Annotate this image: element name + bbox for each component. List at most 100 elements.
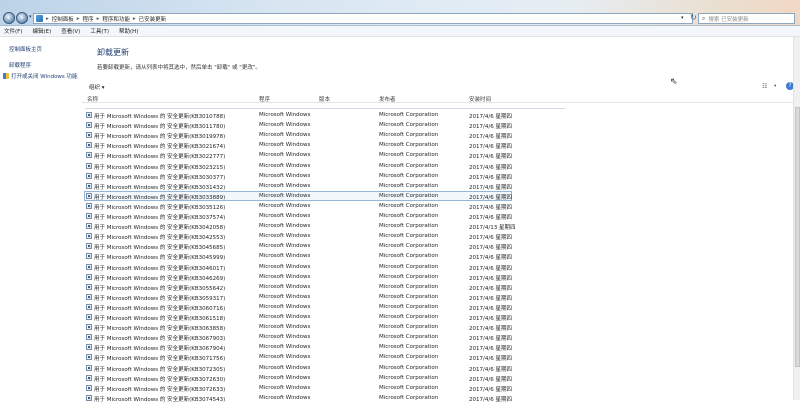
table-row[interactable]: 用于 Microsoft Windows 的 安全更新(KB3010788) Mi… — [82, 110, 800, 120]
update-publisher: Microsoft Corporation — [379, 364, 439, 371]
update-date: 2017/4/6 星期四 — [469, 305, 512, 312]
table-row[interactable]: 用于 Microsoft Windows 的 安全更新(KB3061518) Mi… — [82, 312, 800, 322]
update-icon — [86, 182, 92, 189]
table-row[interactable]: 用于 Microsoft Windows 的 安全更新(KB3035126) Mi… — [82, 201, 800, 211]
menu-help[interactable]: 帮助(H) — [119, 27, 138, 35]
update-program: Microsoft Windows — [259, 303, 311, 310]
update-icon — [86, 243, 92, 250]
menu-tools[interactable]: 工具(T) — [90, 27, 109, 35]
table-row[interactable]: 用于 Microsoft Windows 的 安全更新(KB3072630) Mi… — [82, 373, 800, 383]
menu-edit[interactable]: 编辑(E) — [32, 27, 51, 35]
table-row[interactable]: 用于 Microsoft Windows 的 安全更新(KB3033889) Mi… — [82, 190, 800, 201]
scrollbar-thumb[interactable] — [795, 107, 800, 367]
back-button[interactable]: ‹ — [3, 12, 15, 24]
menu-view[interactable]: 查看(V) — [61, 27, 80, 35]
update-icon — [86, 253, 92, 260]
update-publisher: Microsoft Corporation — [379, 384, 439, 391]
breadcrumb-separator[interactable]: ▸ — [77, 16, 80, 22]
update-date: 2017/4/6 星期四 — [469, 154, 512, 161]
address-dropdown[interactable]: ▾ — [681, 15, 684, 21]
table-row[interactable]: 用于 Microsoft Windows 的 安全更新(KB3037574) Mi… — [82, 211, 800, 221]
update-name: 用于 Microsoft Windows 的 安全更新(KB3071756) — [94, 356, 226, 363]
update-name: 用于 Microsoft Windows 的 安全更新(KB3046017) — [94, 265, 226, 272]
table-row[interactable]: 用于 Microsoft Windows 的 安全更新(KB3042058) Mi… — [82, 221, 800, 231]
update-date: 2017/4/6 星期四 — [469, 265, 512, 272]
update-name: 用于 Microsoft Windows 的 安全更新(KB3011780) — [94, 124, 226, 131]
column-headers: 名称 程序 版本 发布者 安装时间 — [82, 94, 800, 103]
column-publisher[interactable]: 发布者 — [379, 95, 396, 103]
column-version[interactable]: 版本 — [319, 95, 330, 103]
column-name[interactable]: 名称 — [87, 95, 98, 103]
address-bar[interactable]: ▸ 控制面板 ▸ 程序 ▸ 程序和功能 ▸ 已安装更新 — [33, 13, 693, 24]
uninstall-program-link[interactable]: 卸载程序 — [9, 61, 31, 69]
table-row[interactable]: 用于 Microsoft Windows 的 安全更新(KB3046017) Mi… — [82, 262, 800, 272]
update-publisher: Microsoft Corporation — [379, 354, 439, 361]
recent-pages-dropdown[interactable]: ▾ — [29, 14, 32, 20]
table-row[interactable]: 用于 Microsoft Windows 的 安全更新(KB3045999) Mi… — [82, 251, 800, 261]
organize-button[interactable]: 组织 ▾ — [89, 83, 105, 91]
table-row[interactable]: 用于 Microsoft Windows 的 安全更新(KB3046269) Mi… — [82, 272, 800, 282]
breadcrumb-separator[interactable]: ▸ — [97, 16, 100, 22]
update-name: 用于 Microsoft Windows 的 安全更新(KB3060716) — [94, 305, 226, 312]
table-row[interactable]: 用于 Microsoft Windows 的 安全更新(KB3023215) Mi… — [82, 161, 800, 171]
update-date: 2017/4/6 星期四 — [469, 184, 512, 191]
update-publisher: Microsoft Corporation — [379, 223, 439, 230]
table-row[interactable]: 用于 Microsoft Windows 的 安全更新(KB3011780) Mi… — [82, 120, 800, 130]
update-date: 2017/4/6 星期四 — [469, 376, 512, 383]
update-publisher: Microsoft Corporation — [379, 152, 439, 159]
update-icon — [86, 202, 92, 209]
column-installed-on[interactable]: 安装时间 — [469, 95, 491, 103]
forward-button[interactable]: › — [16, 12, 28, 24]
breadcrumb-separator[interactable]: ▸ — [46, 16, 49, 22]
breadcrumb-programs-features[interactable]: 程序和功能 — [102, 15, 130, 23]
update-program: Microsoft Windows — [259, 253, 311, 260]
table-row[interactable]: 用于 Microsoft Windows 的 安全更新(KB3072633) Mi… — [82, 383, 800, 393]
table-row[interactable]: 用于 Microsoft Windows 的 安全更新(KB3021674) Mi… — [82, 140, 800, 150]
table-row[interactable]: 用于 Microsoft Windows 的 安全更新(KB3063858) Mi… — [82, 322, 800, 332]
update-icon — [86, 283, 92, 290]
breadcrumb-installed-updates[interactable]: 已安装更新 — [139, 15, 167, 23]
update-date: 2017/4/6 星期四 — [469, 336, 512, 343]
table-row[interactable]: 用于 Microsoft Windows 的 安全更新(KB3071756) Mi… — [82, 352, 800, 362]
table-row[interactable]: 用于 Microsoft Windows 的 安全更新(KB3019978) Mi… — [82, 130, 800, 140]
breadcrumb-control-panel[interactable]: 控制面板 — [52, 15, 74, 23]
search-input[interactable]: ⌕ 搜索 已安装更新 — [698, 13, 795, 24]
update-name: 用于 Microsoft Windows 的 安全更新(KB3072633) — [94, 386, 226, 393]
update-name: 用于 Microsoft Windows 的 安全更新(KB3046269) — [94, 275, 226, 282]
column-program[interactable]: 程序 — [259, 95, 270, 103]
update-publisher: Microsoft Corporation — [379, 374, 439, 381]
update-name: 用于 Microsoft Windows 的 安全更新(KB3019978) — [94, 134, 226, 141]
windows-features-link[interactable]: 打开或关闭 Windows 功能 — [3, 72, 78, 80]
refresh-icon[interactable]: ↻ — [690, 13, 697, 22]
update-name: 用于 Microsoft Windows 的 安全更新(KB3042553) — [94, 235, 226, 242]
update-publisher: Microsoft Corporation — [379, 172, 439, 179]
table-row[interactable]: 用于 Microsoft Windows 的 安全更新(KB3045685) Mi… — [82, 241, 800, 251]
view-dropdown-icon[interactable]: ▾ — [774, 84, 776, 89]
breadcrumb-programs[interactable]: 程序 — [83, 15, 94, 23]
update-name: 用于 Microsoft Windows 的 安全更新(KB3063858) — [94, 326, 226, 333]
table-row[interactable]: 用于 Microsoft Windows 的 安全更新(KB3067903) Mi… — [82, 332, 800, 342]
table-row[interactable]: 用于 Microsoft Windows 的 安全更新(KB3060716) Mi… — [82, 302, 800, 312]
update-publisher: Microsoft Corporation — [379, 314, 439, 320]
table-row[interactable]: 用于 Microsoft Windows 的 安全更新(KB3067904) Mi… — [82, 342, 800, 352]
control-panel-home-link[interactable]: 控制面板主页 — [9, 45, 42, 53]
update-publisher: Microsoft Corporation — [379, 182, 439, 189]
table-row[interactable]: 用于 Microsoft Windows 的 安全更新(KB3030377) Mi… — [82, 171, 800, 181]
table-row[interactable]: 用于 Microsoft Windows 的 安全更新(KB3031432) Mi… — [82, 181, 800, 191]
table-row[interactable]: 用于 Microsoft Windows 的 安全更新(KB3055642) Mi… — [82, 282, 800, 292]
table-row[interactable]: 用于 Microsoft Windows 的 安全更新(KB3042553) Mi… — [82, 231, 800, 241]
search-icon: ⌕ — [702, 14, 706, 22]
breadcrumb-separator[interactable]: ▸ — [133, 16, 136, 22]
update-icon — [86, 263, 92, 270]
update-date: 2017/4/6 星期四 — [469, 356, 512, 363]
menu-file[interactable]: 文件(F) — [4, 27, 22, 35]
table-row[interactable]: 用于 Microsoft Windows 的 安全更新(KB3022777) Mi… — [82, 150, 800, 160]
update-date: 2017/4/6 星期四 — [469, 316, 512, 322]
vertical-scrollbar[interactable] — [793, 37, 800, 400]
table-row[interactable]: 用于 Microsoft Windows 的 安全更新(KB3059317) Mi… — [82, 292, 800, 302]
view-icon[interactable]: ☷ — [762, 83, 767, 90]
table-row[interactable]: 用于 Microsoft Windows 的 安全更新(KB3074543) Mi… — [82, 393, 800, 403]
update-program: Microsoft Windows — [259, 213, 311, 219]
update-date: 2017/4/6 星期四 — [469, 366, 512, 373]
table-row[interactable]: 用于 Microsoft Windows 的 安全更新(KB3072305) Mi… — [82, 363, 800, 373]
